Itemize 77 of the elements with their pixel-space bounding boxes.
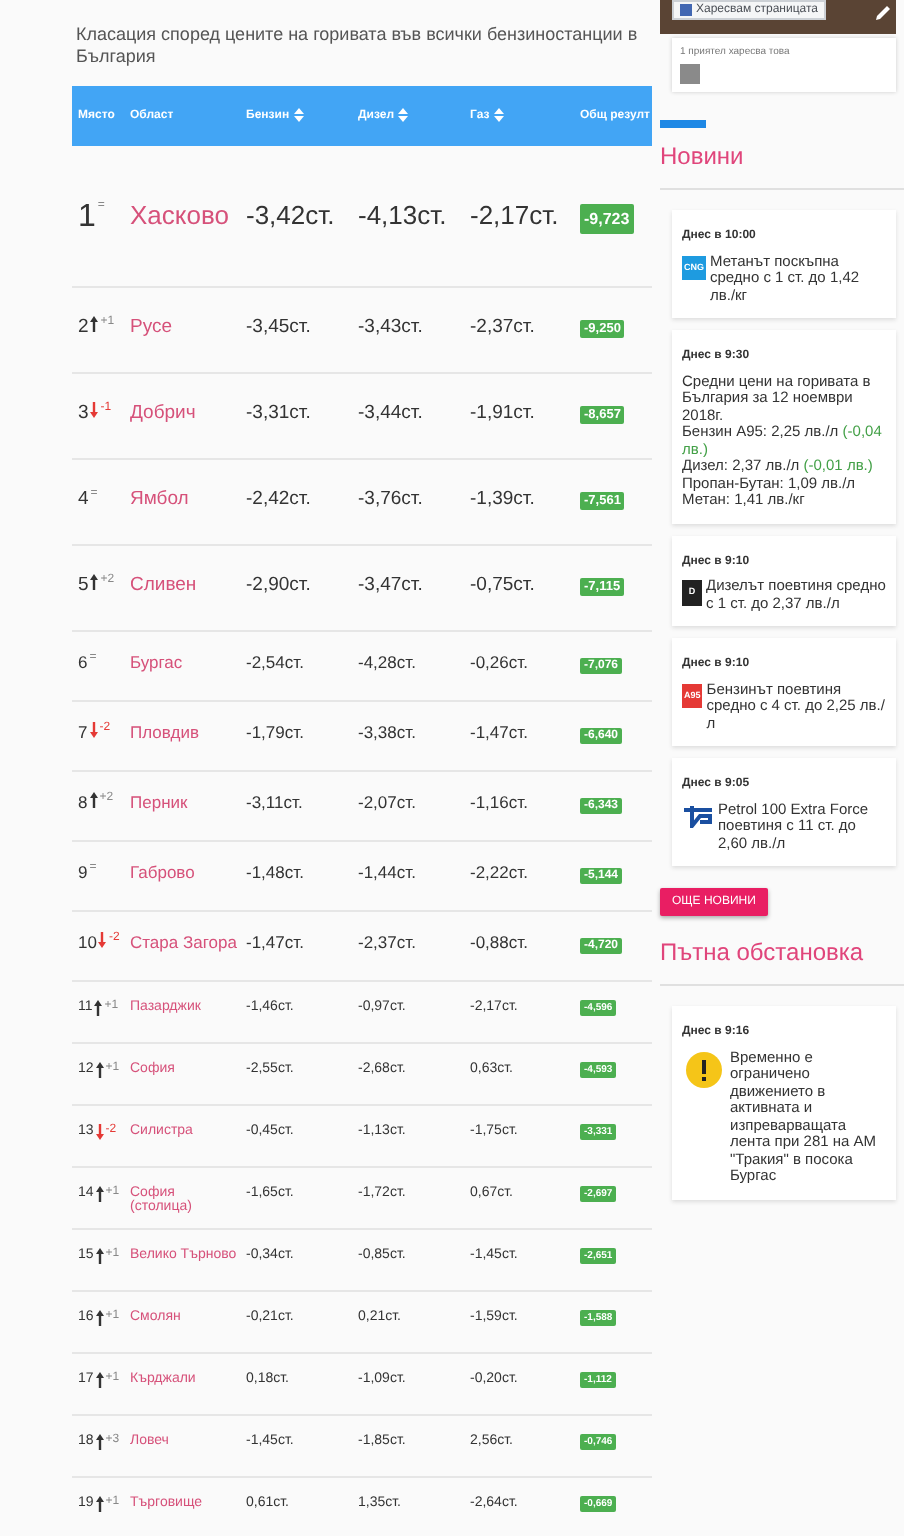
up-arrow-icon xyxy=(95,1310,104,1326)
avatar-placeholder xyxy=(680,64,700,84)
rank-number: 2 xyxy=(78,316,89,338)
price-change: -1,48ст. xyxy=(246,862,304,882)
price-change: -1,79ст. xyxy=(246,722,304,742)
price-change: -3,47ст. xyxy=(358,574,423,596)
section-heading: Новини xyxy=(660,128,904,190)
price-change: -3,38ст. xyxy=(358,722,416,742)
pencil-icon xyxy=(874,4,892,22)
down-arrow-icon xyxy=(95,1124,104,1140)
price-change: -3,31ст. xyxy=(246,402,311,424)
price-change: -2,90ст. xyxy=(246,574,311,596)
region-link[interactable]: Перник xyxy=(130,792,188,812)
section-heading: Пътна обстановка xyxy=(660,924,904,986)
region-link[interactable]: Русе xyxy=(130,316,173,338)
down-arrow-icon xyxy=(89,722,98,738)
region-link[interactable]: Стара Загора xyxy=(130,932,237,952)
sort-icon xyxy=(493,108,504,123)
region-link[interactable]: Добрич xyxy=(130,402,196,424)
price-change: -0,88ст. xyxy=(470,932,528,952)
up-arrow-icon xyxy=(90,574,99,590)
rank-number: 9 xyxy=(78,862,88,882)
region-link[interactable]: Ямбол xyxy=(130,488,189,510)
region-link[interactable]: Хасково xyxy=(130,200,229,230)
up-arrow-icon xyxy=(95,1496,104,1512)
price-change: -3,43ст. xyxy=(358,316,423,338)
price-change: -1,39ст. xyxy=(470,488,535,510)
up-arrow-icon xyxy=(90,316,99,332)
region-link[interactable]: Сливен xyxy=(130,574,197,596)
rank-number: 3 xyxy=(78,402,89,424)
up-arrow-icon xyxy=(95,1186,104,1202)
price-change: -0,75ст. xyxy=(470,574,535,596)
price-change: -1,47ст. xyxy=(470,722,528,742)
region-link[interactable]: Габрово xyxy=(130,862,195,882)
rank-number: 1 xyxy=(78,200,96,234)
sort-icon xyxy=(398,108,409,123)
price-change: -2,37ст. xyxy=(470,316,535,338)
price-change: -2,42ст. xyxy=(246,488,311,510)
rank-number: 8 xyxy=(78,792,88,812)
price-change: -0,26ст. xyxy=(470,652,528,672)
up-arrow-icon xyxy=(95,1248,104,1264)
price-change: -1,91ст. xyxy=(470,402,535,424)
up-arrow-icon xyxy=(94,1000,103,1016)
price-change: -2,22ст. xyxy=(470,862,528,882)
total-score: -9,723 xyxy=(580,204,634,234)
rank-number: 10 xyxy=(78,932,97,952)
price-change: -3,45ст. xyxy=(246,316,311,338)
price-change: -3,76ст. xyxy=(358,488,423,510)
price-change: -4,28ст. xyxy=(358,652,416,672)
rank-number: 7 xyxy=(78,722,88,742)
down-arrow-icon xyxy=(90,402,99,418)
rank-number: 5 xyxy=(78,574,89,596)
page-title: Класация според цените на горивата във всички бензиностанции в България xyxy=(74,22,640,70)
up-arrow-icon xyxy=(95,1372,104,1388)
price-change: -2,07ст. xyxy=(358,792,416,812)
price-change: -4,13ст. xyxy=(358,200,447,230)
price-change: -3,11ст. xyxy=(246,792,303,812)
sort-icon xyxy=(293,108,304,123)
price-change: -1,16ст. xyxy=(470,792,528,812)
rank-number: 6 xyxy=(78,652,88,672)
price-change: -2,17ст. xyxy=(470,200,559,230)
price-change: -2,54ст. xyxy=(246,652,304,672)
scroll-indicator xyxy=(660,120,706,128)
price-change: -1,44ст. xyxy=(358,862,416,882)
down-arrow-icon xyxy=(98,932,107,948)
up-arrow-icon xyxy=(95,1434,104,1450)
up-arrow-icon xyxy=(89,792,98,808)
price-change: -3,42ст. xyxy=(246,200,335,230)
price-change: -3,44ст. xyxy=(358,402,423,424)
region-link[interactable]: Пловдив xyxy=(130,722,200,742)
price-change: -1,47ст. xyxy=(246,932,304,952)
price-change: -2,37ст. xyxy=(358,932,416,952)
up-arrow-icon xyxy=(95,1062,104,1078)
region-link[interactable]: Бургас xyxy=(130,652,183,672)
rank-number: 4 xyxy=(78,488,89,510)
warning-icon xyxy=(686,1051,722,1087)
flag-logo-icon xyxy=(682,803,714,827)
